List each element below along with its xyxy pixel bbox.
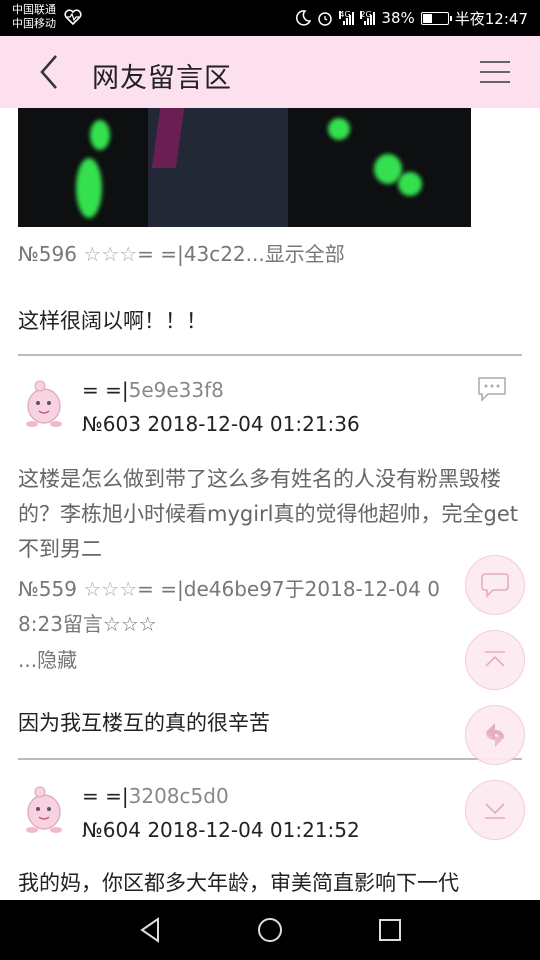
heart-rate-icon [64, 9, 82, 25]
comment-author: = =|5e9e33f8 [82, 378, 224, 402]
refresh-button[interactable] [465, 705, 525, 765]
reply-text: 这样很阔以啊！！！ [18, 309, 207, 333]
quote-text: = =|43c22...显示全部 [137, 242, 345, 266]
quote-stars: ☆☆☆ [83, 242, 138, 266]
comment-button[interactable] [465, 555, 525, 615]
carrier-names: 中国联通 中国移动 [12, 3, 56, 31]
hide-toggle[interactable]: ...隐藏 [18, 644, 77, 673]
hamburger-menu-icon[interactable] [480, 59, 510, 85]
author-prefix: = =| [82, 784, 129, 808]
avatar[interactable] [22, 784, 66, 834]
recents-square-icon[interactable] [374, 914, 406, 946]
scroll-top-button[interactable] [465, 630, 525, 690]
system-nav-bar [0, 900, 540, 960]
battery-icon [420, 11, 452, 25]
scroll-bottom-icon [485, 803, 505, 819]
back-triangle-icon[interactable] [134, 914, 166, 946]
home-circle-icon[interactable] [254, 914, 286, 946]
author-prefix: = =| [82, 378, 129, 402]
quote-stars: ☆☆☆ [83, 577, 138, 601]
clock: 半夜12:47 [454, 9, 528, 28]
carrier-1: 中国联通 [12, 3, 56, 16]
attached-photo[interactable] [18, 108, 471, 227]
comment-meta: №604 2018-12-04 01:21:52 [82, 818, 360, 842]
quote-text: = =|de46be97于2018-12-04 0 [137, 577, 440, 601]
app-header: 网友留言区 [0, 36, 540, 108]
author-hash: 5e9e33f8 [128, 378, 224, 402]
comment-text: 我的妈，你区都多大年龄，审美简直影响下一代 [18, 871, 459, 895]
divider [18, 354, 522, 356]
quote-number: №596 [18, 242, 84, 266]
quote-number: №559 [18, 577, 84, 601]
signal-2-tag: 2G [360, 10, 372, 19]
chevron-left-icon[interactable] [32, 52, 68, 92]
reply-bubble-icon[interactable] [476, 376, 508, 402]
comment-feed[interactable]: №596 ☆☆☆= =|43c22...显示全部 这样很阔以啊！！！ = =|5… [0, 108, 540, 900]
author-hash: 3208c5d0 [128, 784, 229, 808]
battery-percent: 38% [381, 9, 415, 27]
quote-596[interactable]: №596 ☆☆☆= =|43c22...显示全部 [18, 238, 345, 267]
scroll-top-icon [485, 651, 505, 667]
divider [18, 758, 522, 760]
refresh-icon [486, 723, 504, 747]
quote-text-line2: 8:23留言☆☆☆ [18, 612, 157, 636]
avatar[interactable] [22, 378, 66, 428]
page-title: 网友留言区 [92, 63, 232, 94]
moon-icon [296, 10, 312, 26]
comment-author: = =|3208c5d0 [82, 784, 229, 808]
comment-icon [481, 573, 509, 598]
status-bar: 中国联通 中国移动 4G 2G 38% 半夜12:47 [0, 0, 540, 36]
signal-2-icon: 2G [360, 10, 376, 25]
quote-559[interactable]: №559 ☆☆☆= =|de46be97于2018-12-04 0 8:23留言☆… [18, 572, 524, 642]
carrier-2: 中国移动 [12, 17, 56, 30]
battery-fill [422, 13, 432, 23]
scroll-bottom-button[interactable] [465, 780, 525, 840]
comment-text: 这楼是怎么做到带了这么多有姓名的人没有粉黑毁楼的？李栋旭小时候看mygirl真的… [18, 467, 518, 561]
comment-meta: №603 2018-12-04 01:21:36 [82, 412, 360, 436]
signal-1-tag: 4G [339, 10, 351, 19]
alarm-icon [318, 12, 333, 26]
reply-text: 因为我互楼互的真的很辛苦 [18, 711, 270, 735]
signal-1-icon: 4G [339, 10, 355, 25]
